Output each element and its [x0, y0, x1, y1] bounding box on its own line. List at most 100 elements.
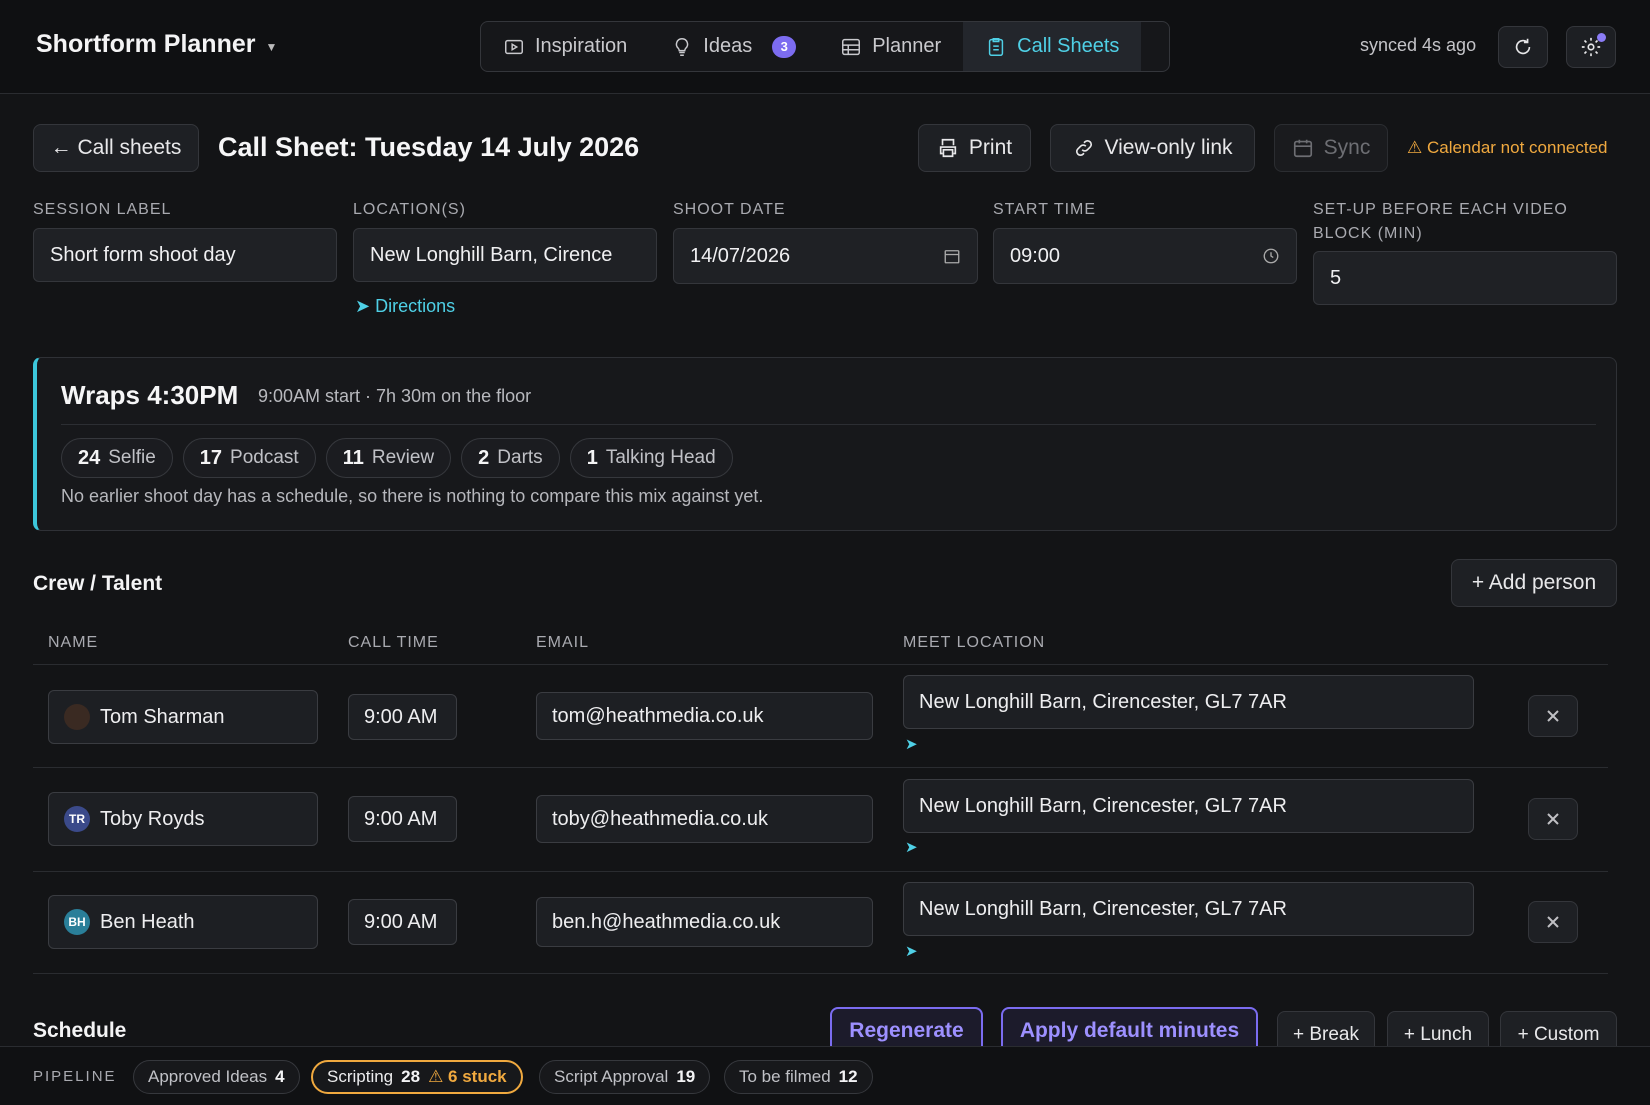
- back-to-call-sheets-button[interactable]: ← Call sheets: [33, 124, 199, 172]
- locations-label: LOCATION(S): [353, 201, 466, 218]
- session-label-input[interactable]: Short form shoot day: [33, 228, 337, 282]
- sync-label: Sync: [1323, 136, 1371, 159]
- call-time-field[interactable]: 9:00 AM: [348, 694, 457, 740]
- view-only-link-button[interactable]: View-only link: [1050, 124, 1255, 172]
- tab-ideas[interactable]: Ideas 3: [649, 22, 818, 71]
- tab-inspiration[interactable]: Inspiration: [481, 22, 649, 71]
- directions-arrow-icon[interactable]: ➤: [905, 942, 918, 960]
- calendar-icon[interactable]: [943, 247, 961, 265]
- remove-person-button[interactable]: [1528, 901, 1578, 943]
- add-person-button[interactable]: + Add person: [1451, 559, 1617, 607]
- row-divider: [33, 973, 1608, 974]
- sync-status: synced 4s ago: [1360, 35, 1477, 55]
- crew-section-title: Crew / Talent: [33, 572, 163, 595]
- tab-planner[interactable]: Planner: [818, 22, 963, 71]
- row-divider: [33, 871, 1608, 872]
- clock-icon[interactable]: [1262, 247, 1280, 265]
- chip-count: 24: [78, 446, 101, 469]
- shoot-date-value: 14/07/2026: [690, 244, 791, 267]
- tab-call-sheets[interactable]: Call Sheets: [963, 22, 1142, 71]
- table-icon: [842, 38, 861, 55]
- crew-name-field[interactable]: TR Toby Royds: [48, 792, 318, 846]
- crew-name: Tom Sharman: [100, 705, 225, 728]
- email-field[interactable]: tom@heathmedia.co.uk: [536, 692, 873, 740]
- close-icon: [1547, 710, 1559, 722]
- lightbulb-icon: [676, 37, 689, 56]
- setup-minutes-label: SET-UP BEFORE EACH VIDEO BLOCK (MIN): [1313, 198, 1568, 246]
- chip-label: Review: [371, 447, 435, 468]
- shoot-date-label: SHOOT DATE: [673, 201, 786, 218]
- row-divider: [33, 767, 1608, 768]
- email-field[interactable]: toby@heathmedia.co.uk: [536, 795, 873, 843]
- meet-location-field[interactable]: New Longhill Barn, Cirencester, GL7 7AR: [903, 779, 1474, 833]
- stage-count: 28: [401, 1067, 421, 1086]
- avatar: [64, 704, 90, 730]
- setup-minutes-value: 5: [1330, 266, 1342, 289]
- ideas-count-badge: 3: [772, 35, 797, 58]
- wrap-subtitle: 9:00AM start · 7h 30m on the floor: [258, 386, 532, 406]
- setup-minutes-input[interactable]: 5: [1313, 251, 1617, 305]
- stage-count: 19: [676, 1067, 696, 1086]
- meet-location-field[interactable]: New Longhill Barn, Cirencester, GL7 7AR: [903, 882, 1474, 936]
- pipeline-stage-approved-ideas[interactable]: Approved Ideas 4: [133, 1060, 300, 1094]
- refresh-button[interactable]: [1498, 26, 1548, 68]
- schedule-section-title: Schedule: [33, 1019, 127, 1042]
- crew-name-field[interactable]: Tom Sharman: [48, 690, 318, 744]
- print-button[interactable]: Print: [918, 124, 1031, 172]
- wrap-summary-card: Wraps 4:30PM 9:00AM start · 7h 30m on th…: [33, 357, 1617, 531]
- chip-talking-head: 1 Talking Head: [569, 438, 733, 478]
- column-header-meet-location: MEET LOCATION: [903, 634, 1046, 651]
- session-label-label: SESSION LABEL: [33, 201, 172, 218]
- locations-input[interactable]: New Longhill Barn, Cirence: [353, 228, 657, 282]
- chip-count: 2: [478, 446, 490, 469]
- close-icon: [1547, 916, 1559, 928]
- crew-name-field[interactable]: BH Ben Heath: [48, 895, 318, 949]
- sync-calendar-button[interactable]: Sync: [1274, 124, 1388, 172]
- calendar-warning: ⚠ Calendar not connected: [1407, 138, 1608, 157]
- locations-value: New Longhill Barn, Cirence: [370, 243, 613, 266]
- directions-link[interactable]: ➤ Directions: [355, 296, 455, 317]
- shoot-date-input[interactable]: 14/07/2026: [673, 228, 978, 284]
- chip-label: Darts: [497, 447, 543, 468]
- call-time-field[interactable]: 9:00 AM: [348, 899, 457, 945]
- crew-name: Toby Royds: [100, 807, 205, 830]
- settings-button[interactable]: [1566, 26, 1616, 68]
- remove-person-button[interactable]: [1528, 798, 1578, 840]
- email-field[interactable]: ben.h@heathmedia.co.uk: [536, 897, 873, 947]
- directions-arrow-icon[interactable]: ➤: [905, 838, 918, 856]
- stage-label: To be filmed: [739, 1067, 831, 1086]
- wrap-time: Wraps 4:30PM: [61, 380, 239, 410]
- chip-count: 17: [199, 446, 223, 469]
- close-icon: [1547, 813, 1559, 825]
- pipeline-stage-to-be-filmed[interactable]: To be filmed 12: [724, 1060, 873, 1094]
- column-header-name: NAME: [48, 634, 99, 651]
- stage-count: 4: [275, 1067, 285, 1086]
- session-label-value: Short form shoot day: [50, 243, 236, 266]
- crew-name: Ben Heath: [100, 910, 195, 933]
- summary-note: No earlier shoot day has a schedule, so …: [61, 486, 764, 506]
- remove-person-button[interactable]: [1528, 695, 1578, 737]
- calendar-icon: [1293, 139, 1312, 158]
- pipeline-stage-script-approval[interactable]: Script Approval 19: [539, 1060, 711, 1094]
- chip-darts: 2 Darts: [461, 438, 560, 478]
- stage-label: Scripting: [327, 1067, 394, 1086]
- top-bar: Shortform Planner ▼ Inspiration Ideas 3 …: [0, 0, 1650, 94]
- stuck-warning: ⚠ 6 stuck: [428, 1067, 507, 1086]
- pipeline-label: PIPELINE: [33, 1068, 117, 1085]
- start-time-input[interactable]: 09:00: [993, 228, 1297, 284]
- meet-location-field[interactable]: New Longhill Barn, Cirencester, GL7 7AR: [903, 675, 1474, 729]
- chip-review: 11 Review: [325, 438, 452, 478]
- chip-count: 11: [342, 446, 364, 469]
- divider: [61, 424, 1596, 425]
- call-time-field[interactable]: 9:00 AM: [348, 796, 457, 842]
- avatar: BH: [64, 909, 90, 935]
- pipeline-stage-scripting[interactable]: Scripting 28 ⚠ 6 stuck: [311, 1060, 523, 1094]
- directions-arrow-icon[interactable]: ➤: [905, 735, 918, 753]
- setup-label-line1: SET-UP BEFORE EACH VIDEO: [1313, 201, 1568, 218]
- app-switcher[interactable]: Shortform Planner ▼: [36, 30, 277, 59]
- view-only-link-label: View-only link: [1104, 136, 1233, 159]
- start-time-value: 09:00: [1010, 244, 1061, 267]
- avatar: TR: [64, 806, 90, 832]
- chip-selfie: 24 Selfie: [61, 438, 173, 478]
- print-label: Print: [968, 136, 1013, 159]
